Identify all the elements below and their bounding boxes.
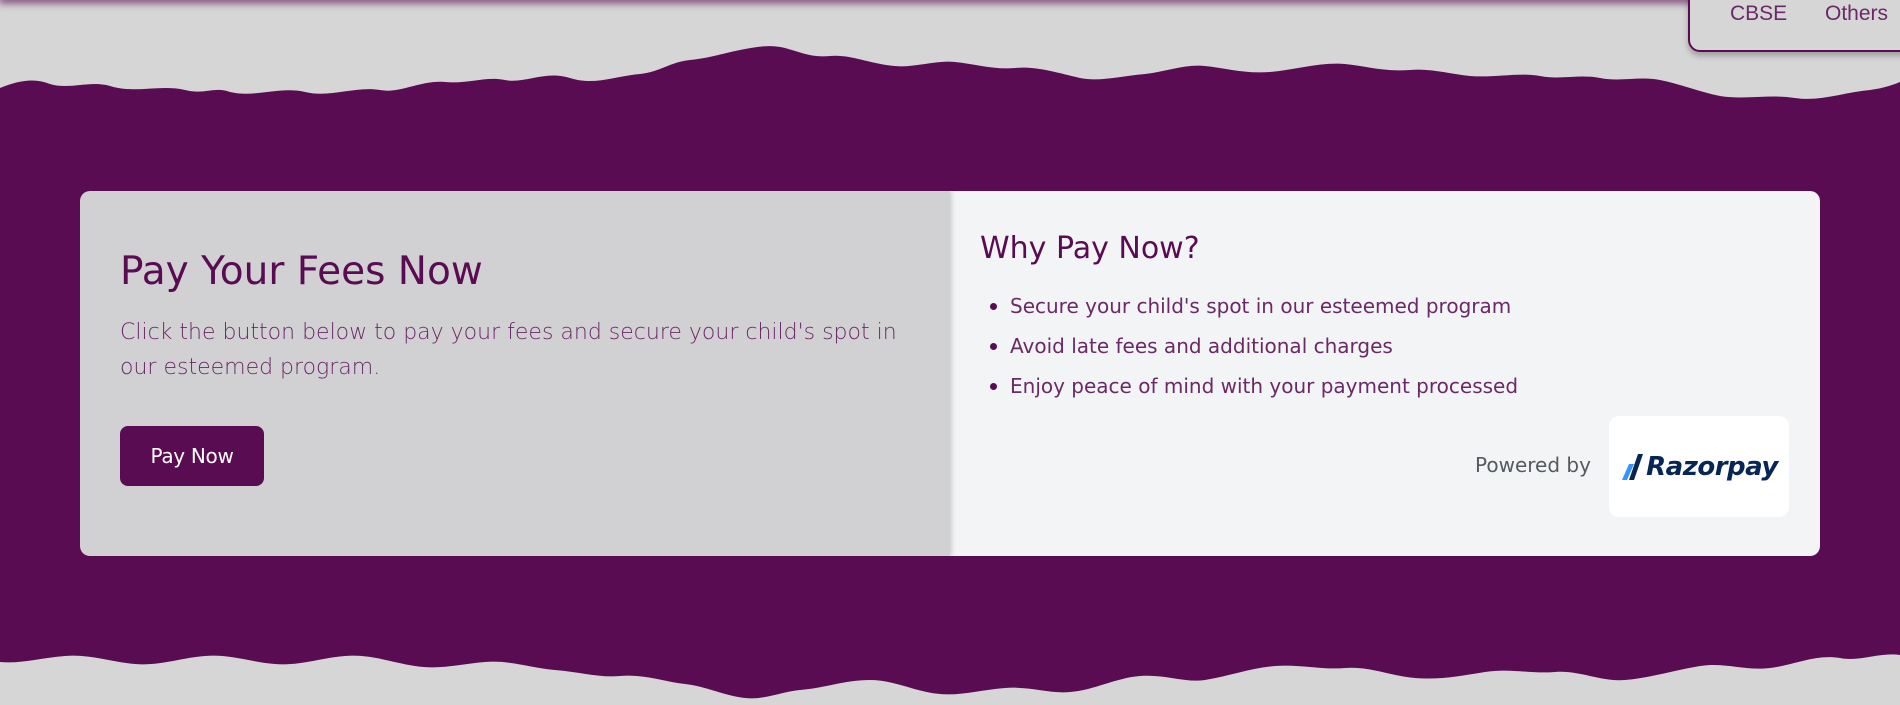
powered-by-label: Powered by <box>1475 453 1591 477</box>
bullet-icon <box>990 383 997 390</box>
fee-payment-card: Pay Your Fees Now Click the button below… <box>80 191 1820 556</box>
why-pay-list: Secure your child's spot in our esteemed… <box>980 286 1518 406</box>
pay-now-button[interactable]: Pay Now <box>120 426 264 486</box>
list-item: Avoid late fees and additional charges <box>980 326 1518 366</box>
nav-dropdown-menu: CBSE Others <box>1688 0 1900 52</box>
razorpay-logo-icon <box>1622 453 1644 480</box>
list-item-text: Secure your child's spot in our esteemed… <box>1010 294 1512 318</box>
bullet-icon <box>990 303 997 310</box>
list-item-text: Avoid late fees and additional charges <box>1010 334 1393 358</box>
bullet-icon <box>990 343 997 350</box>
nav-item-others[interactable]: Others <box>1825 2 1888 26</box>
pay-fees-description: Click the button below to pay your fees … <box>120 320 897 380</box>
why-pay-panel: Why Pay Now? Secure your child's spot in… <box>950 191 1820 556</box>
razorpay-logo: Razorpay <box>1620 452 1778 482</box>
nav-item-cbse[interactable]: CBSE <box>1730 2 1787 26</box>
razorpay-wordmark: Razorpay <box>1646 451 1778 482</box>
pay-fees-title: Pay Your Fees Now <box>120 249 483 294</box>
list-item: Enjoy peace of mind with your payment pr… <box>980 366 1518 406</box>
list-item: Secure your child's spot in our esteemed… <box>980 286 1518 326</box>
why-pay-title: Why Pay Now? <box>980 231 1200 266</box>
razorpay-logo-box[interactable]: Razorpay <box>1609 416 1789 517</box>
list-item-text: Enjoy peace of mind with your payment pr… <box>1010 374 1519 398</box>
pay-fees-panel: Pay Your Fees Now Click the button below… <box>80 191 950 556</box>
